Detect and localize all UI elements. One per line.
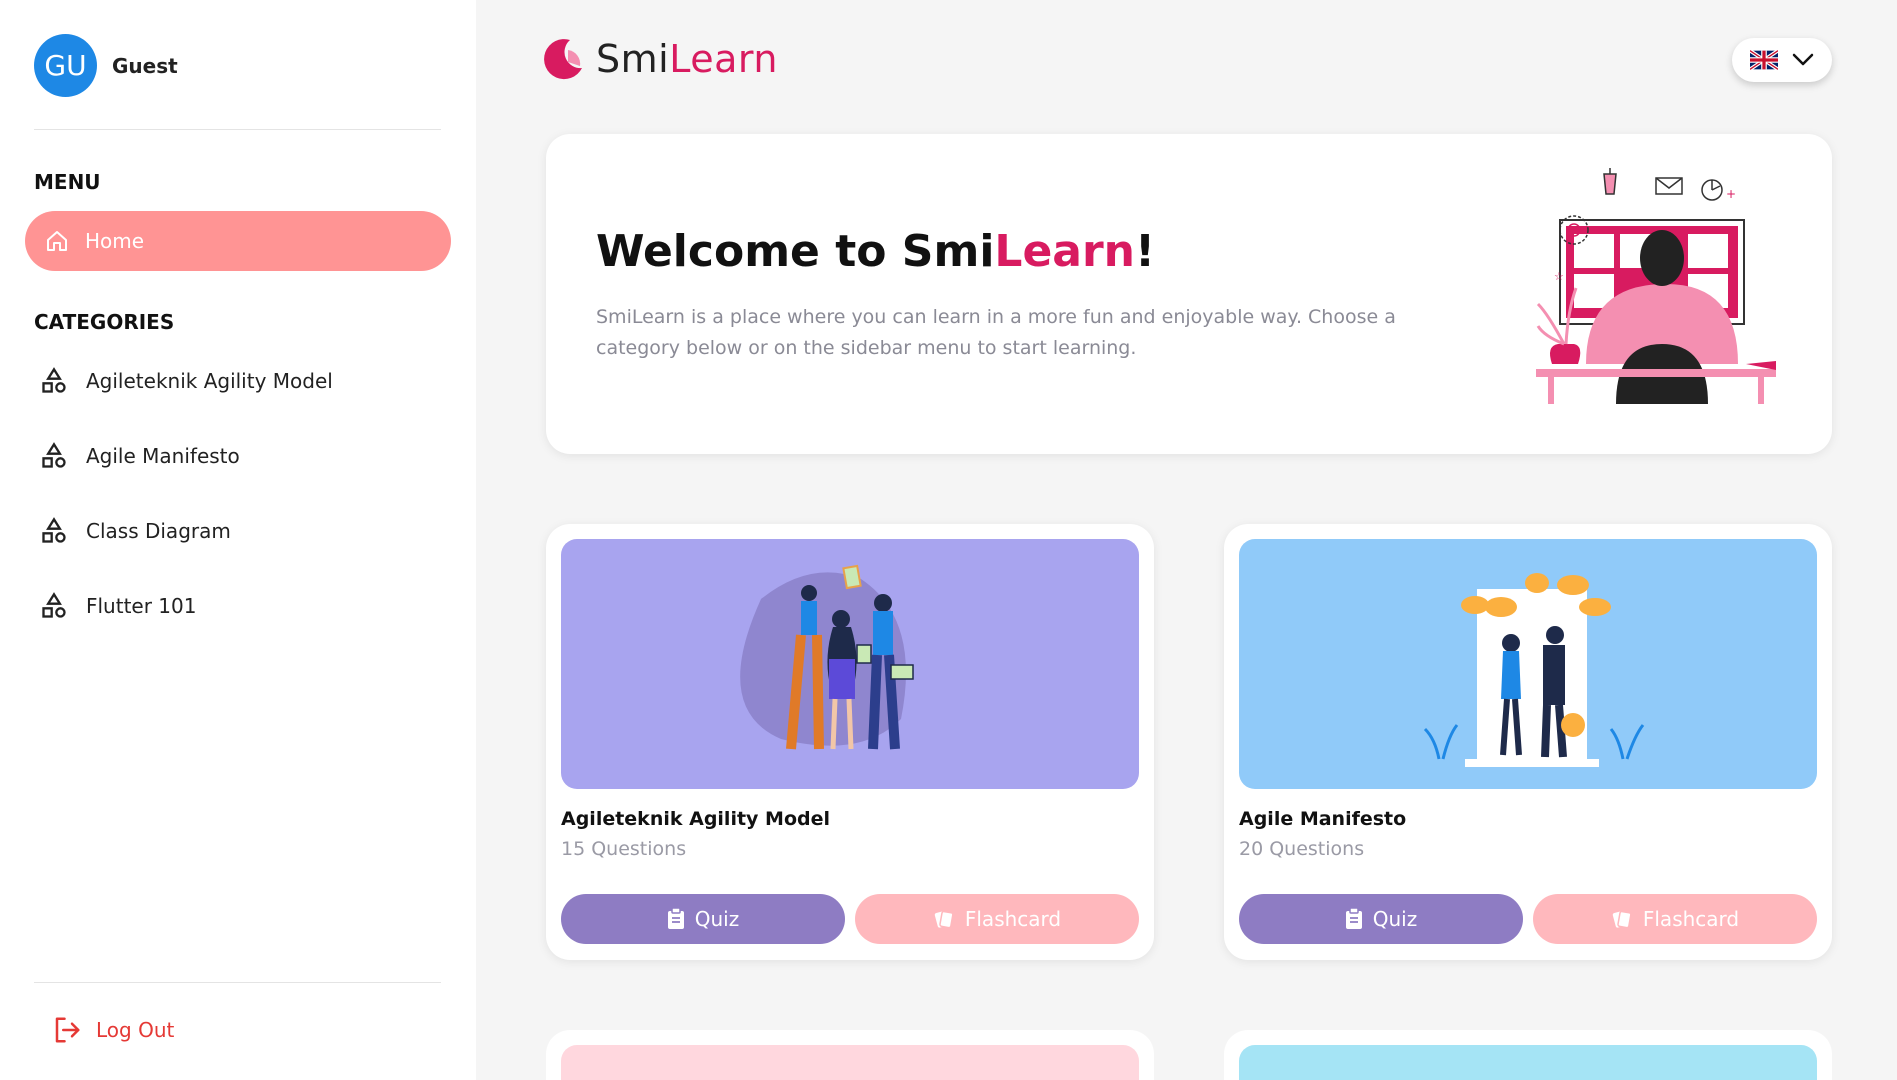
quiz-button[interactable]: Quiz [1239, 894, 1523, 944]
welcome-card: Welcome to SmiLearn! SmiLearn is a place… [546, 134, 1832, 454]
shapes-icon [42, 367, 66, 393]
logout-button[interactable]: Log Out [52, 1015, 174, 1045]
sidebar-item-agile-manifesto[interactable]: Agile Manifesto [40, 442, 240, 470]
sidebar-item-label: Agileteknik Agility Model [86, 369, 333, 393]
welcome-title-accent: Learn [994, 226, 1135, 277]
course-card[interactable] [1224, 1030, 1832, 1080]
course-image[interactable] [1239, 1045, 1817, 1080]
flashcard-icon [1612, 910, 1632, 929]
flashcard-button[interactable]: Flashcard [1533, 894, 1817, 944]
flashcard-label: Flashcard [1642, 907, 1740, 931]
shapes-icon [42, 517, 66, 543]
course-card[interactable]: Agile Manifesto 20 Questions Quiz Flashc… [1224, 524, 1832, 960]
handshake-illustration [1423, 573, 1645, 767]
clipboard-icon [1345, 908, 1362, 929]
course-question-count: 20 Questions [1239, 838, 1365, 860]
course-title: Agile Manifesto [1239, 808, 1407, 830]
course-image[interactable] [561, 1045, 1139, 1080]
uk-flag-icon [1750, 50, 1778, 70]
sidebar-item-class-diagram[interactable]: Class Diagram [40, 517, 231, 545]
sidebar-item-label: Home [85, 229, 145, 253]
logo-text-main: Smi [596, 37, 670, 81]
shapes-icon [42, 592, 66, 618]
chevron-down-icon [1792, 53, 1814, 66]
app-logo[interactable]: SmiLearn [544, 36, 778, 82]
shapes-icon [42, 442, 66, 468]
home-icon [47, 231, 67, 251]
sidebar-item-label: Class Diagram [86, 519, 231, 543]
svg-text:+: + [1726, 187, 1736, 201]
sidebar-item-label: Flutter 101 [86, 594, 197, 618]
welcome-title-prefix: Welcome to Smi [596, 226, 995, 277]
welcome-title-suffix: ! [1135, 226, 1156, 277]
course-title: Agileteknik Agility Model [561, 808, 830, 830]
svg-text:☆: ☆ [1554, 270, 1564, 283]
language-selector[interactable] [1732, 38, 1832, 82]
course-image[interactable] [1239, 539, 1817, 789]
course-card[interactable]: Agileteknik Agility Model 15 Questions Q… [546, 524, 1154, 960]
logo-text: SmiLearn [596, 37, 778, 81]
user-name: Guest [112, 53, 178, 78]
smilearn-logo-icon [544, 39, 582, 80]
flashcard-icon [934, 910, 954, 929]
team-illustration [740, 564, 914, 750]
sidebar-item-agileteknik[interactable]: Agileteknik Agility Model [40, 367, 333, 395]
clipboard-icon [667, 908, 684, 929]
quiz-label: Quiz [1372, 907, 1418, 931]
course-question-count: 15 Questions [561, 838, 687, 860]
flashcard-button[interactable]: Flashcard [855, 894, 1139, 944]
logo-text-accent: Learn [669, 37, 778, 81]
logout-icon [55, 1017, 80, 1043]
quiz-button[interactable]: Quiz [561, 894, 845, 944]
avatar[interactable]: GU [34, 34, 97, 97]
course-card[interactable] [546, 1030, 1154, 1080]
sidebar-item-home[interactable]: Home [25, 211, 451, 271]
welcome-illustration: + ☆ [1536, 168, 1776, 404]
user-profile[interactable]: GU Guest [34, 34, 178, 97]
flashcard-label: Flashcard [964, 907, 1062, 931]
sidebar-item-flutter-101[interactable]: Flutter 101 [40, 592, 196, 620]
sidebar: GU Guest MENU Home CATEGORIES Agiletekni… [0, 0, 476, 1080]
quiz-label: Quiz [694, 907, 740, 931]
menu-heading: MENU [34, 170, 101, 194]
course-image[interactable] [561, 539, 1139, 789]
divider [34, 982, 441, 983]
categories-heading: CATEGORIES [34, 310, 175, 334]
logout-label: Log Out [96, 1018, 175, 1042]
divider [34, 129, 441, 130]
welcome-description: SmiLearn is a place where you can learn … [596, 306, 1396, 359]
welcome-title: Welcome to SmiLearn! [596, 226, 1155, 277]
sidebar-item-label: Agile Manifesto [86, 444, 240, 468]
